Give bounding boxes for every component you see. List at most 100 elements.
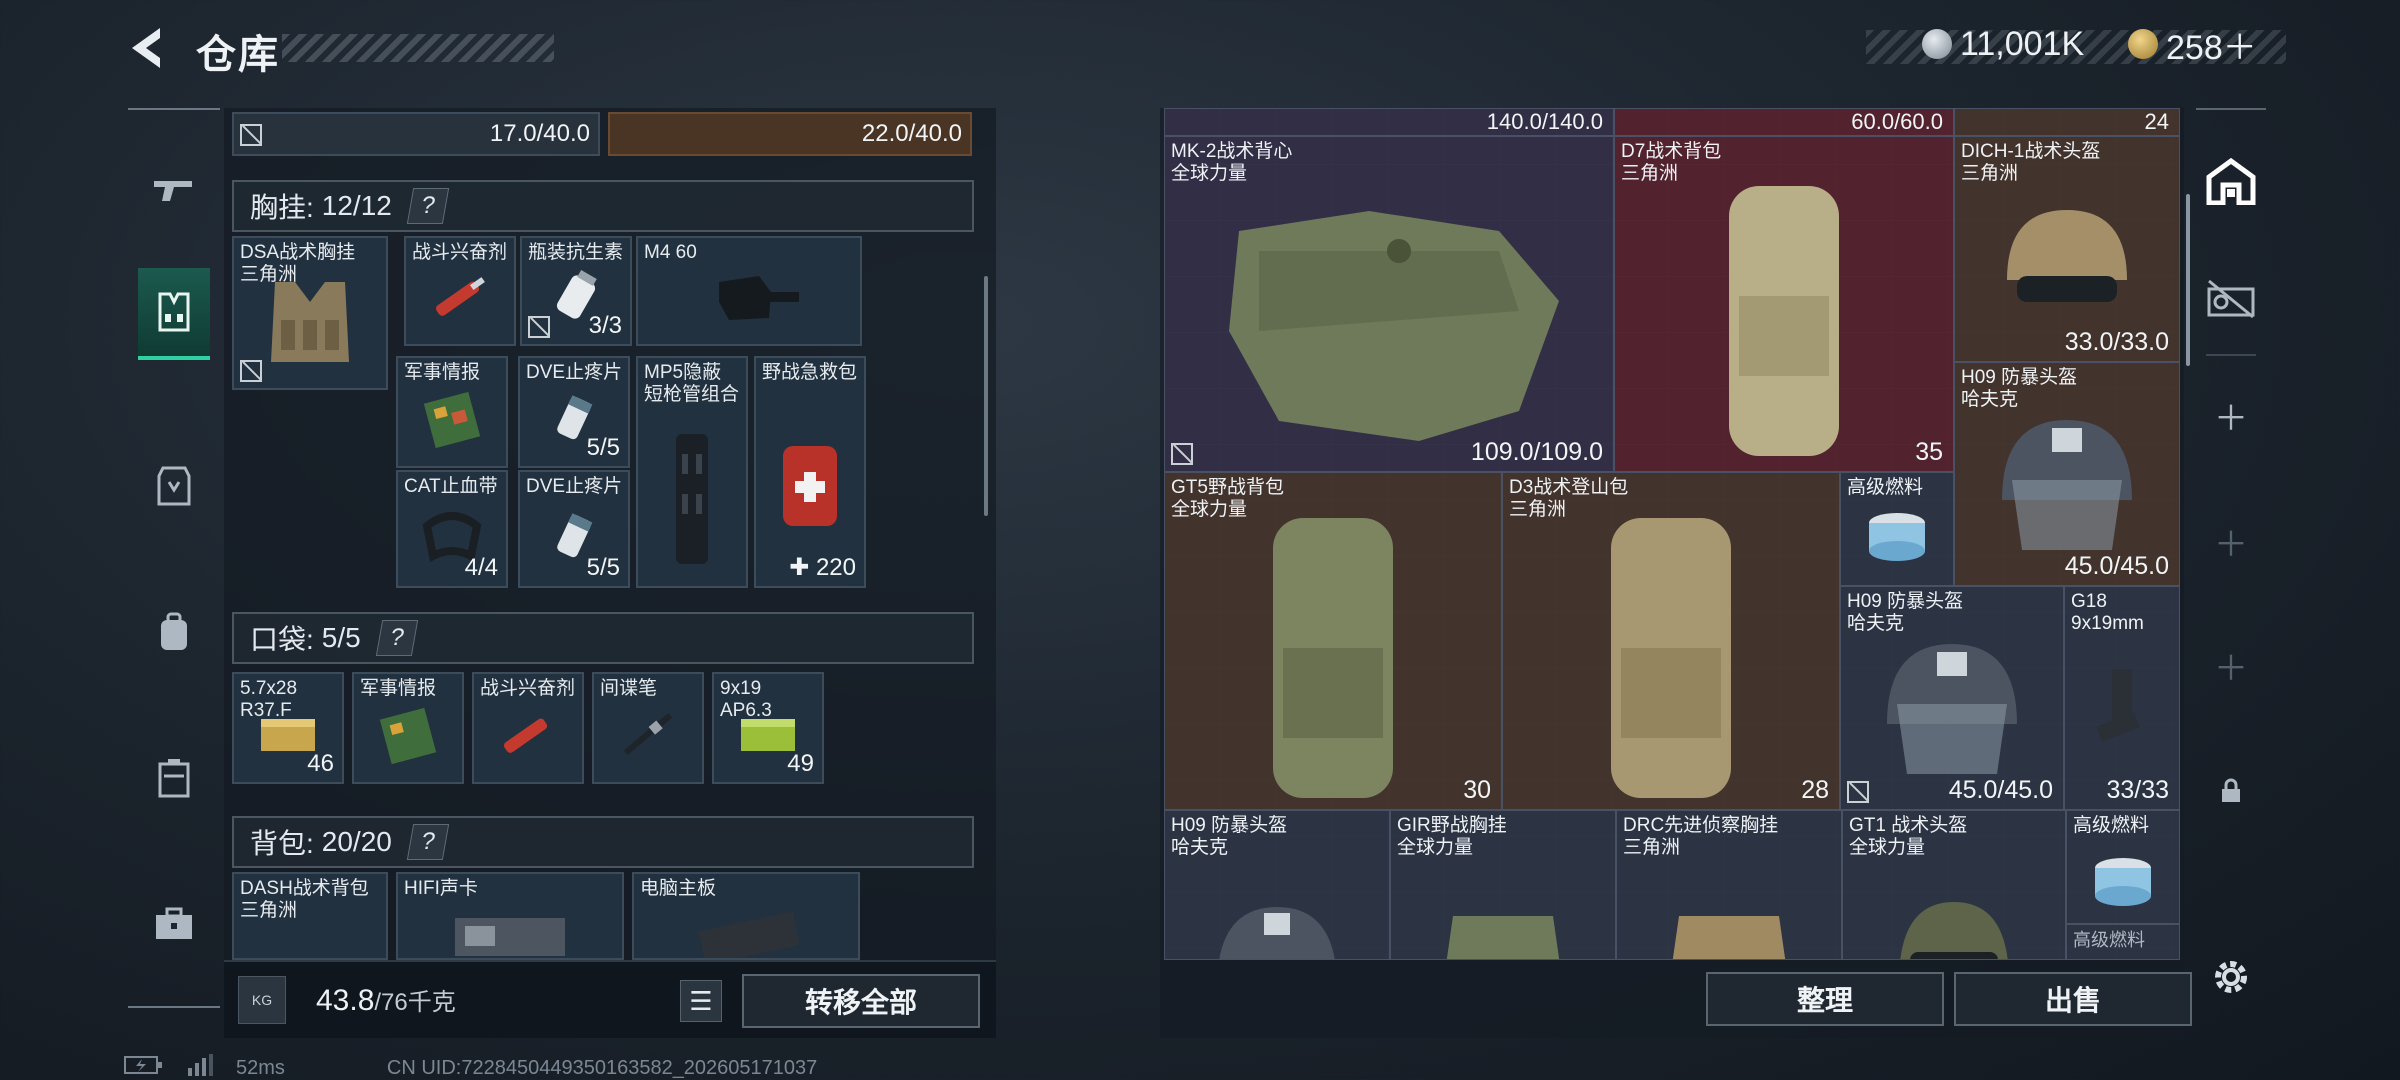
gold-currency[interactable]: 258＋	[2128, 24, 2257, 67]
equipped-backpack[interactable]: DASH战术背包 三角洲	[232, 872, 388, 960]
item-cell[interactable]: 60.0/60.0	[1614, 108, 1954, 136]
item-cell[interactable]: 高级燃料	[1840, 472, 1954, 586]
item-name: 战斗兴奋剂	[480, 678, 576, 699]
item-cell[interactable]: D3战术登山包 三角洲 28	[1502, 472, 1840, 810]
chest-rig-image	[1672, 916, 1786, 959]
item-cell[interactable]: H09 防暴头盔 哈夫克 45.0/45.0	[1954, 362, 2180, 586]
item-name: 电脑主板	[640, 878, 717, 899]
warehouse-grid[interactable]: 140.0/140.0 60.0/60.0 24 MK-2战术背心 全球力量 1…	[1164, 108, 2180, 960]
fuel-can-image	[2095, 858, 2151, 907]
backpack-icon[interactable]	[128, 586, 220, 678]
item-cell[interactable]: GIR野战胸挂 全球力量	[1390, 810, 1616, 960]
item-cell[interactable]: MP5隐蔽 短枪管组合	[636, 356, 748, 588]
item-cell[interactable]: 高级燃料	[2066, 810, 2180, 924]
stim-syringe-image	[504, 719, 548, 754]
back-arrow-icon	[132, 28, 160, 68]
durability-value: 22.0/40.0	[861, 120, 962, 147]
case-icon[interactable]	[128, 732, 220, 824]
item-cell[interactable]: 电脑主板	[632, 872, 860, 960]
item-cell[interactable]: 战斗兴奋剂	[472, 672, 584, 784]
item-cell[interactable]: GT5野战背包 全球力量 30	[1164, 472, 1502, 810]
slot-cell[interactable]: 17.0/40.0	[232, 112, 600, 156]
item-cell[interactable]: DRC先进侦察胸挂 三角洲	[1616, 810, 1842, 960]
add-tab-icon[interactable]: ＋	[2196, 380, 2266, 450]
warehouse-icon[interactable]	[2196, 146, 2266, 216]
vehicle-icon[interactable]	[2196, 264, 2266, 334]
no-lose-icon	[1847, 781, 1869, 803]
no-lose-icon	[240, 124, 262, 146]
item-cell[interactable]: DVE止疼片 5/5	[518, 356, 630, 468]
riot-helmet-image	[1887, 644, 2017, 775]
list-view-button[interactable]: ☰	[680, 980, 722, 1022]
item-cell[interactable]: 间谍笔	[592, 672, 704, 784]
equipped-chest-rig[interactable]: DSA战术胸挂 三角洲	[232, 236, 388, 390]
item-name: GIR野战胸挂 全球力量	[1397, 815, 1507, 858]
silver-currency-value: 11,001K	[1960, 24, 2085, 63]
item-cell[interactable]: M4 60	[636, 236, 862, 346]
item-cell[interactable]: 140.0/140.0	[1164, 108, 1614, 136]
no-lose-icon	[528, 316, 550, 338]
helmet-image	[1900, 902, 2008, 959]
warehouse-panel[interactable]: 140.0/140.0 60.0/60.0 24 MK-2战术背心 全球力量 1…	[1160, 108, 2192, 1038]
item-qty: 3/3	[588, 312, 622, 339]
sell-button[interactable]: 出售	[1954, 972, 2192, 1026]
scrollbar[interactable]	[984, 276, 988, 516]
help-button[interactable]: ?	[375, 620, 418, 656]
weight-max: /76千克	[374, 989, 456, 1016]
vest-icon[interactable]	[128, 440, 220, 532]
item-name: 高级燃料	[2073, 815, 2150, 836]
item-cell[interactable]: 瓶装抗生素 3/3	[520, 236, 632, 346]
backpack-image	[1273, 517, 1393, 798]
item-name: 野战急救包	[762, 362, 858, 383]
item-name: 军事情报	[360, 678, 437, 699]
item-name: 战斗兴奋剂	[412, 242, 508, 263]
item-qty: 33/33	[2106, 776, 2169, 804]
item-cell[interactable]: 24	[1954, 108, 2180, 136]
item-cell[interactable]: G18 9x19mm 33/33	[2064, 586, 2180, 810]
add-tab-icon[interactable]: ＋	[2196, 506, 2266, 576]
weight-icon: KG	[238, 976, 286, 1024]
item-cell[interactable]: 军事情报	[352, 672, 464, 784]
back-button[interactable]	[124, 24, 172, 72]
item-cell[interactable]: 高级燃料	[2066, 924, 2180, 960]
item-cell[interactable]: 军事情报	[396, 356, 508, 468]
gear-icon[interactable]	[2196, 942, 2266, 1012]
battery-icon	[124, 1055, 164, 1080]
item-qty: 4/4	[464, 554, 498, 581]
item-cell[interactable]: 野战急救包 ✚ 220	[754, 356, 866, 588]
item-cell[interactable]: CAT止血带 4/4	[396, 470, 508, 588]
item-name: GT1 战术头盔 全球力量	[1849, 815, 1968, 858]
item-qty: 24	[2144, 109, 2169, 134]
lock-icon[interactable]	[2196, 756, 2266, 826]
scrollbar[interactable]	[2186, 194, 2190, 366]
equipment-panel[interactable]: 17.0/40.0 22.0/40.0 胸挂: 12/12 ? DSA战术胸挂 …	[224, 108, 996, 1038]
riot-helmet-image	[1219, 906, 1335, 959]
item-qty: 5/5	[586, 554, 620, 581]
sort-button[interactable]: 整理	[1706, 972, 1944, 1026]
help-button[interactable]: ?	[406, 188, 450, 224]
backpack-image	[1611, 517, 1731, 798]
item-cell[interactable]: MK-2战术背心 全球力量 109.0/109.0	[1164, 136, 1614, 472]
toolbox-icon[interactable]	[128, 878, 220, 970]
item-name: DASH战术背包 三角洲	[240, 878, 369, 921]
item-name: CAT止血带	[404, 476, 498, 497]
add-tab-icon[interactable]: ＋	[2196, 630, 2266, 700]
slot-cell[interactable]: 22.0/40.0	[608, 112, 972, 156]
item-qty: 5/5	[586, 434, 620, 461]
transfer-all-button[interactable]: 转移全部	[742, 974, 980, 1028]
item-cell[interactable]: HIFI声卡	[396, 872, 624, 960]
item-name: DVE止疼片	[526, 362, 623, 383]
item-cell[interactable]: 9x19 AP6.3 49	[712, 672, 824, 784]
item-cell[interactable]: DVE止疼片 5/5	[518, 470, 630, 588]
item-cell[interactable]: GT1 战术头盔 全球力量	[1842, 810, 2066, 960]
help-button[interactable]: ?	[406, 824, 450, 860]
chest-rig-icon[interactable]	[138, 268, 210, 360]
item-cell[interactable]: D7战术背包 三角洲 35	[1614, 136, 1954, 472]
item-cell[interactable]: H09 防暴头盔 哈夫克	[1164, 810, 1390, 960]
item-cell[interactable]: 5.7x28 R37.F 46	[232, 672, 344, 784]
item-cell[interactable]: 战斗兴奋剂	[404, 236, 516, 346]
item-cell[interactable]: H09 防暴头盔 哈夫克 45.0/45.0	[1840, 586, 2064, 810]
m4-part-image	[719, 276, 799, 321]
item-cell[interactable]: DICH-1战术头盔 三角洲 33.0/33.0	[1954, 136, 2180, 362]
gun-icon[interactable]	[128, 146, 220, 238]
